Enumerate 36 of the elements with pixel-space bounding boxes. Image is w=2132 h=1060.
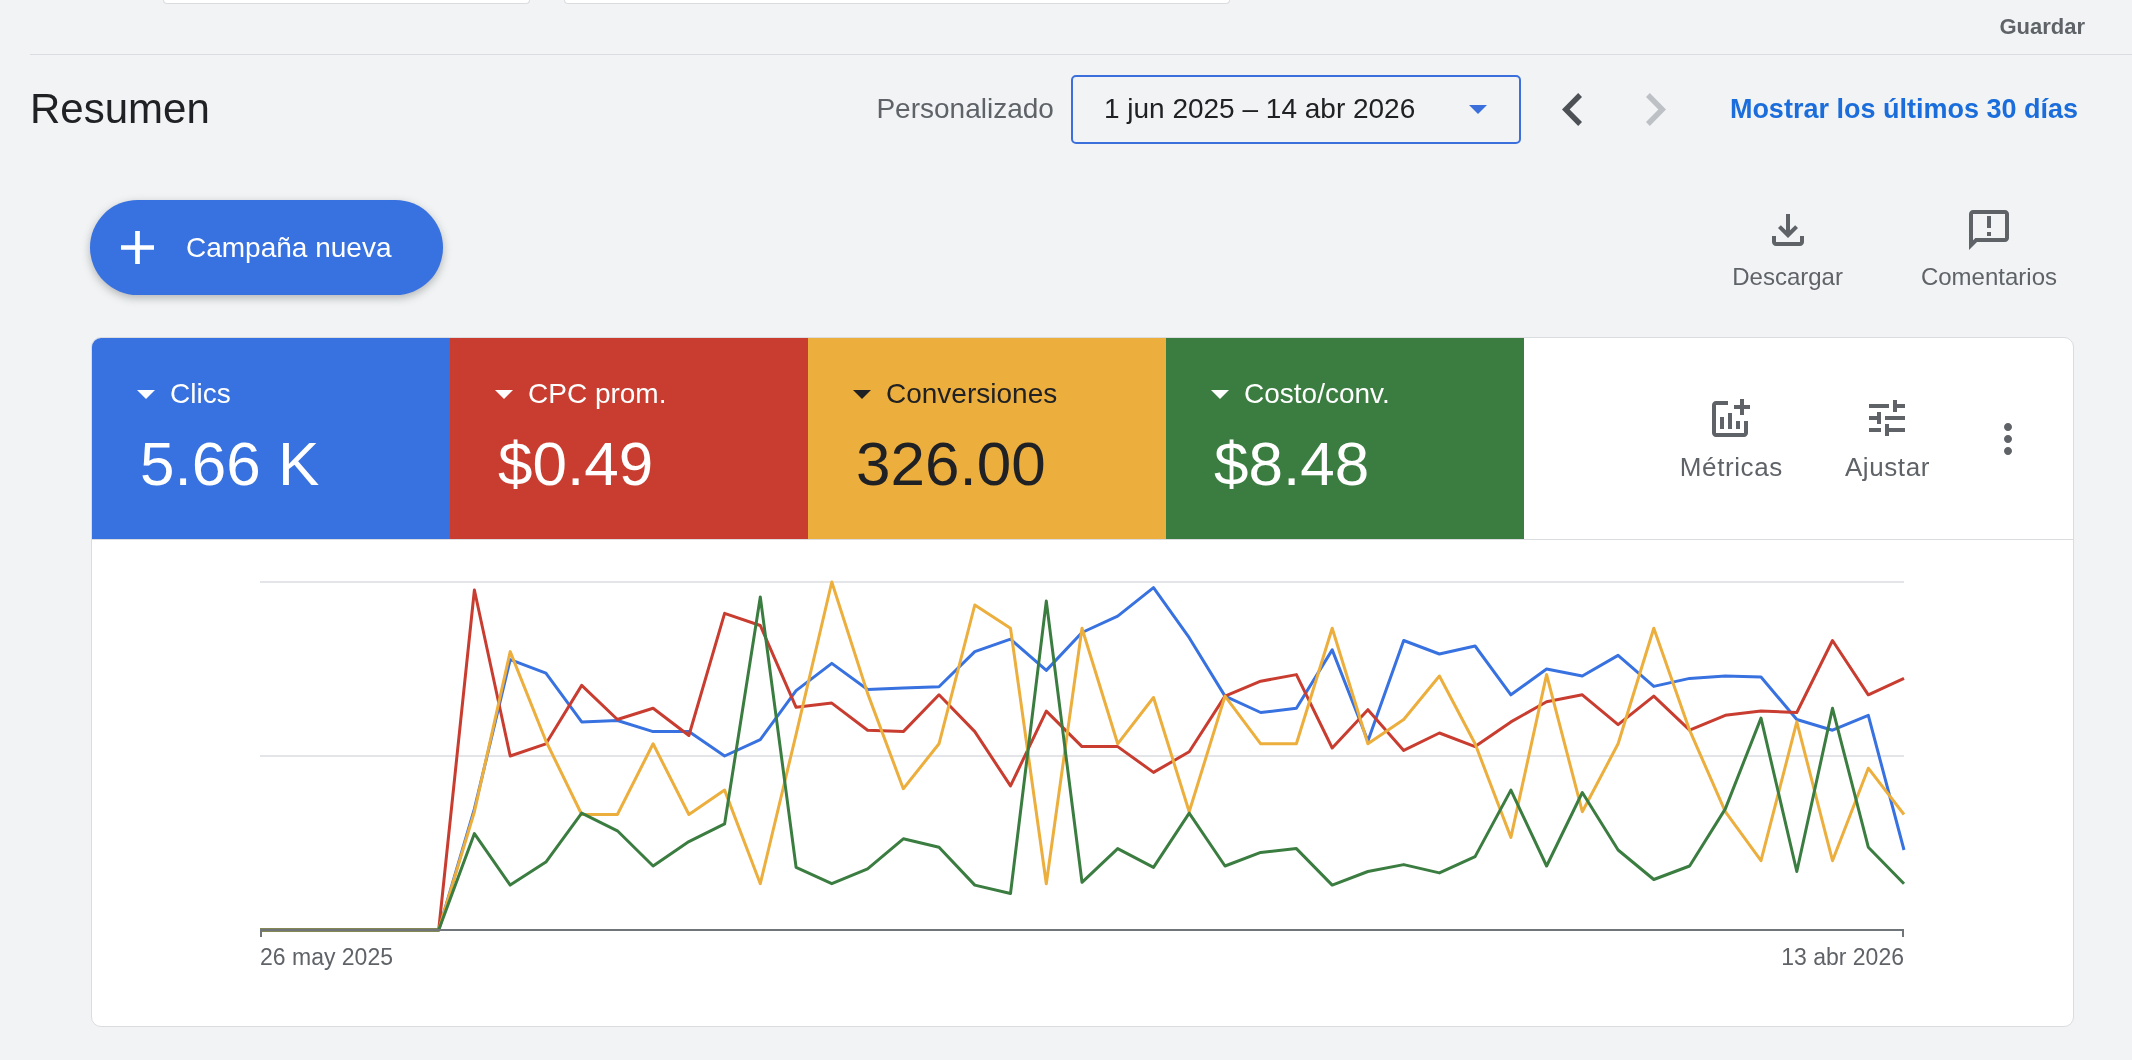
- metric-tile[interactable]: Conversiones 326.00: [808, 338, 1166, 539]
- plus-icon: [121, 231, 154, 264]
- metric-dropdown[interactable]: CPC prom.: [495, 376, 667, 412]
- caret-icon: [1211, 389, 1229, 399]
- caret-icon: [495, 389, 513, 399]
- download-button[interactable]: Descargar: [1732, 210, 1843, 292]
- metrics-button[interactable]: Métricas: [1679, 399, 1783, 483]
- page-title: Resumen: [30, 84, 210, 134]
- feedback-button[interactable]: Comentarios: [1920, 210, 2057, 292]
- axis-label: 26 may 2025: [260, 944, 393, 970]
- sliders-icon: [1869, 400, 1906, 436]
- metric-value: 5.66 K: [140, 428, 320, 500]
- metric-tile[interactable]: CPC prom. $0.49: [450, 338, 808, 539]
- metric-dropdown[interactable]: Conversiones: [853, 376, 1058, 412]
- caret-icon: [137, 389, 155, 399]
- new-campaign-button[interactable]: Campaña nueva: [90, 200, 444, 295]
- caret-icon: [1468, 104, 1487, 114]
- chevron-left-icon[interactable]: [1561, 92, 1582, 126]
- metric-value: $8.48: [1214, 428, 1370, 500]
- metric-tile[interactable]: Clics 5.66 K: [92, 338, 450, 539]
- download-icon: [1771, 214, 1804, 246]
- metric-dropdown[interactable]: Clics: [137, 376, 231, 412]
- adjust-button[interactable]: Ajustar: [1844, 399, 1930, 483]
- axis-label: 13 abr 2026: [1781, 944, 1904, 970]
- chart-plus-icon: [1712, 399, 1751, 437]
- metric-tile[interactable]: Costo/conv. $8.48: [1166, 338, 1524, 539]
- metric-value: 326.00: [856, 428, 1046, 500]
- caret-icon: [853, 389, 871, 399]
- save-link[interactable]: Guardar: [1999, 12, 2085, 42]
- speech-bubble-icon: [1968, 210, 2009, 250]
- metric-dropdown[interactable]: Costo/conv.: [1211, 376, 1390, 412]
- date-range-dropdown[interactable]: 1 jun 2025 – 14 abr 2026: [1070, 74, 1521, 144]
- last-30-days-link[interactable]: Mostrar los últimos 30 días: [1729, 92, 2078, 126]
- more-icon[interactable]: [2004, 423, 2012, 455]
- metric-value: $0.49: [498, 428, 654, 500]
- date-range-label: Personalizado: [876, 92, 1054, 126]
